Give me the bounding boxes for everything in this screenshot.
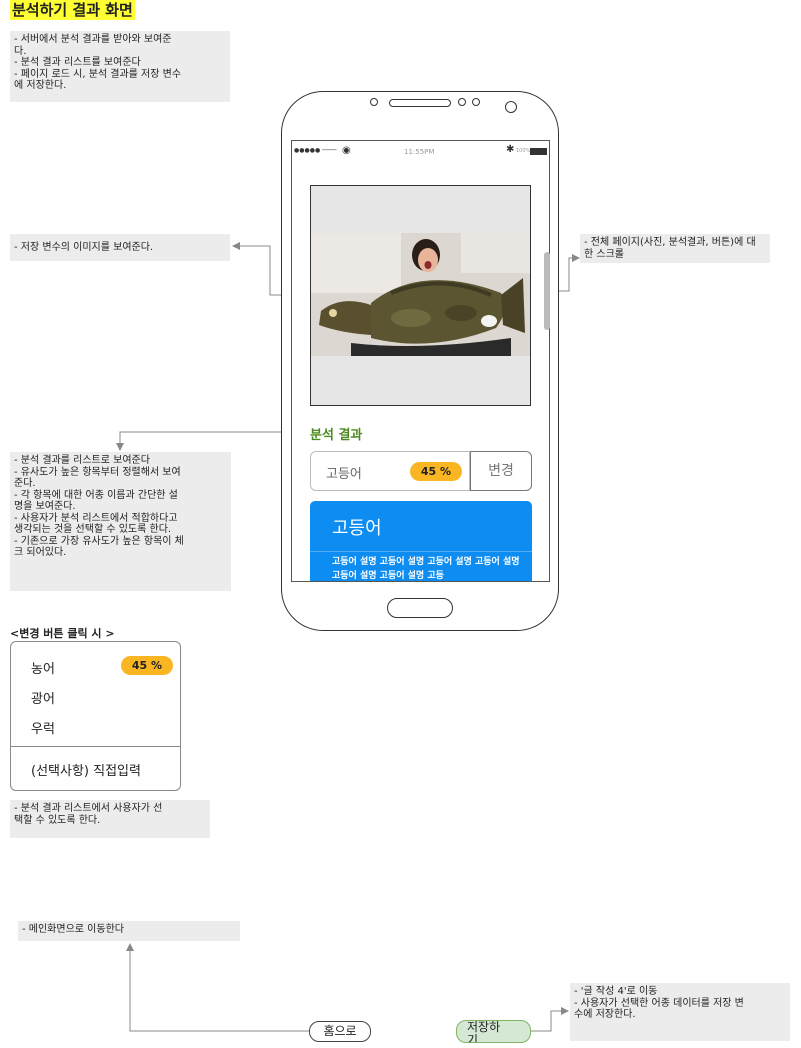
- camera-dot: [370, 98, 378, 106]
- dropdown-badge: 45 %: [121, 656, 173, 675]
- arrow-save: [531, 1007, 569, 1032]
- battery-percent: 100%: [516, 148, 531, 154]
- arrow-home: [126, 943, 309, 1032]
- status-bar: ●●●●● ──── ◉ 11:55PM ✱ 100%: [292, 141, 549, 163]
- front-camera: [505, 101, 517, 113]
- manual-input-option[interactable]: (선택사항) 직접입력: [31, 760, 141, 779]
- dropdown-divider: [11, 746, 180, 747]
- dropdown-heading: <변경 버튼 클릭 시 >: [10, 627, 115, 640]
- result-card[interactable]: 고등어 고등어 설명 고등어 설명 고등어 설명 고등어 설명 고등어 설명 고…: [310, 501, 532, 591]
- screen-bezel-cover: [292, 582, 549, 594]
- scrollbar[interactable]: [544, 252, 550, 330]
- wifi-icon: ◉: [342, 145, 351, 156]
- species-dropdown: 농어 45 % 광어 우럭 (선택사항) 직접입력: [10, 641, 181, 791]
- fish-photo: [311, 233, 530, 356]
- speaker-slot: [389, 99, 451, 107]
- bluetooth-icon: ✱: [506, 144, 515, 155]
- save-button-label: 저장하기: [467, 1020, 501, 1043]
- dropdown-item[interactable]: 우럭: [31, 718, 55, 737]
- similarity-badge: 45 %: [410, 462, 462, 481]
- battery-icon: [530, 148, 547, 155]
- phone-home-button[interactable]: [387, 598, 453, 618]
- dropdown-item[interactable]: 농어: [31, 658, 55, 677]
- sensor-dot: [458, 98, 466, 106]
- card-description: 고등어 설명 고등어 설명 고등어 설명 고등어 설명 고등어 설명 고등어 설…: [332, 557, 520, 581]
- section-title: 분석 결과: [310, 428, 363, 443]
- change-button[interactable]: 변경: [470, 451, 532, 491]
- arrow-list: [116, 431, 308, 451]
- card-title: 고등어: [332, 518, 382, 539]
- result-select[interactable]: 고등어 45 %: [310, 451, 470, 491]
- carrier-signal: ●●●●● ────: [294, 147, 337, 154]
- dropdown-item[interactable]: 광어: [31, 688, 55, 707]
- sensor-dot: [472, 98, 480, 106]
- home-button[interactable]: 홈으로: [309, 1021, 371, 1042]
- result-name: 고등어: [326, 467, 362, 482]
- status-time: 11:55PM: [404, 148, 435, 156]
- save-button[interactable]: 저장하기: [456, 1020, 531, 1043]
- card-divider: [310, 551, 532, 552]
